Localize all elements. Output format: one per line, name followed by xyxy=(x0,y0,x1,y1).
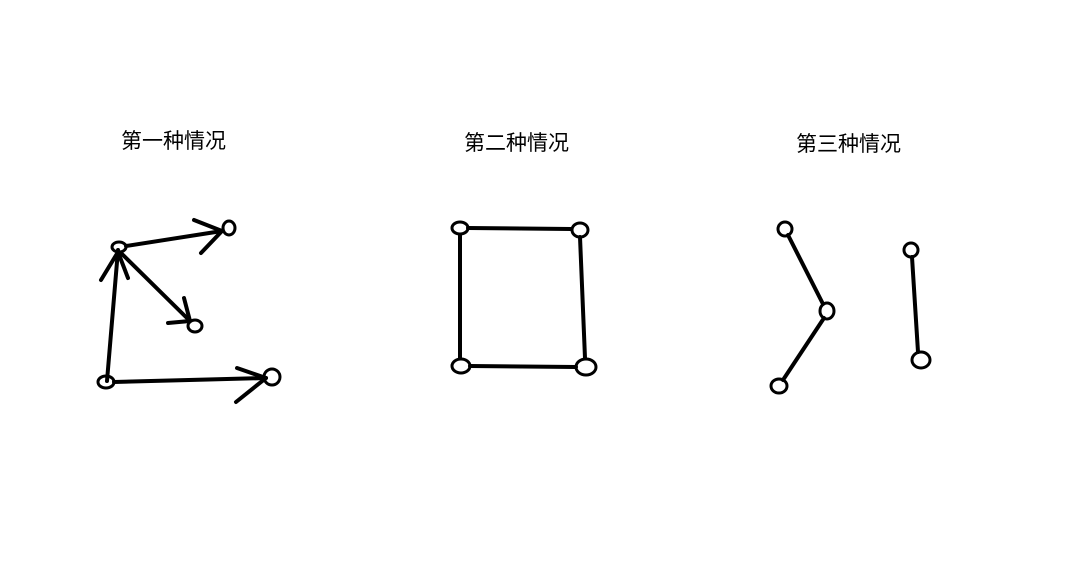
edge-1-top-to-middle xyxy=(120,252,192,323)
node-3-separate-top xyxy=(902,241,920,259)
node-1-right xyxy=(221,219,237,237)
node-3-top xyxy=(776,220,794,238)
edge-2-bottom xyxy=(468,364,578,369)
node-1-top xyxy=(110,240,128,254)
edge-1-bottom-to-right xyxy=(112,376,268,384)
node-1-middle xyxy=(186,318,204,334)
edge-3-middle-to-bottom xyxy=(781,316,826,382)
panel-2-graph xyxy=(450,220,598,377)
edge-3-separate xyxy=(910,255,920,354)
panel-1-graph xyxy=(96,218,282,404)
panel-3-graph xyxy=(769,220,932,395)
graph-drawing xyxy=(96,218,932,404)
node-3-middle xyxy=(818,301,836,321)
edge-2-top xyxy=(466,226,573,231)
node-3-bottom xyxy=(769,377,789,395)
arrowhead-1-bottom-right xyxy=(234,366,268,404)
node-2-top-right xyxy=(570,221,590,239)
node-3-separate-bottom xyxy=(910,350,932,370)
node-2-top-left xyxy=(450,220,470,236)
node-2-bottom-right xyxy=(574,357,598,377)
edge-2-right xyxy=(578,235,587,360)
node-2-bottom-left xyxy=(450,357,472,375)
edge-3-top-to-middle xyxy=(786,233,825,306)
diagram-canvas: 第一种情况 第二种情况 第三种情况 xyxy=(0,0,1070,577)
